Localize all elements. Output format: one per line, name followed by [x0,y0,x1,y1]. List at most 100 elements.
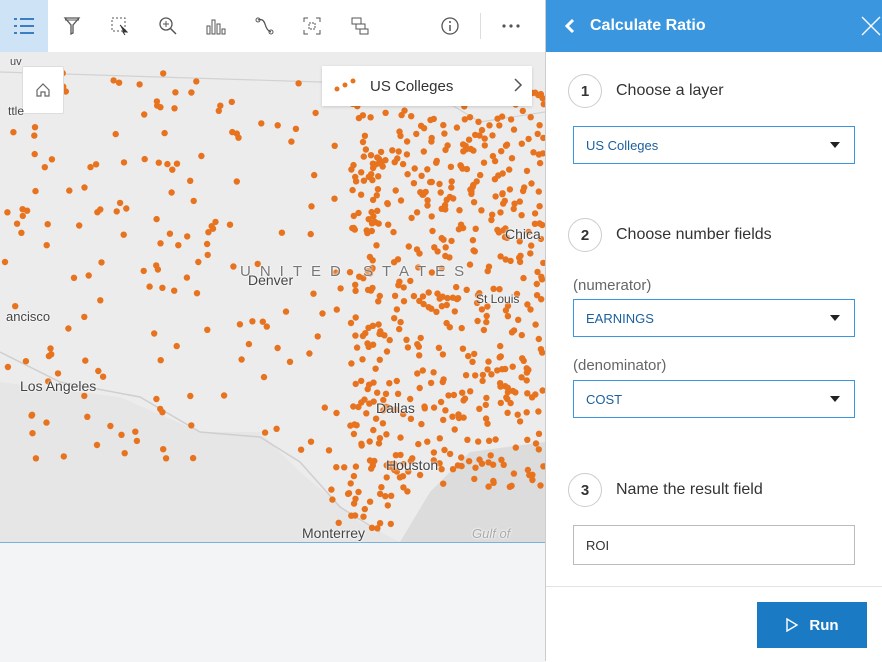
college-point [10,129,17,136]
filter-button[interactable] [48,0,96,52]
college-point [229,128,236,136]
numerator-select[interactable]: EARNINGS [573,299,855,337]
close-icon[interactable] [859,14,882,38]
college-point [48,351,55,358]
college-point [449,413,456,420]
college-point [312,109,319,117]
college-point [479,371,487,379]
college-point [136,81,143,88]
college-point [453,295,461,303]
college-point [424,166,431,173]
college-point [518,374,525,381]
college-point [490,477,497,485]
college-point [349,186,356,194]
college-point [19,212,26,220]
college-point [345,490,353,497]
map-view[interactable] [0,52,545,542]
college-point [510,327,518,334]
step-number: 3 [568,473,602,507]
college-point [160,446,167,453]
college-point [310,290,317,297]
home-button[interactable] [22,66,64,114]
college-point [504,409,511,416]
back-chevron-icon[interactable] [564,18,576,34]
denominator-select[interactable]: COST [573,380,855,418]
college-point [384,200,391,207]
college-point [494,226,501,234]
map-label-seattle: ttle [8,104,25,118]
college-point [475,118,482,126]
college-point [442,244,449,251]
select-button[interactable] [96,0,144,52]
college-point [154,102,161,109]
college-point [525,135,532,143]
chart-button[interactable] [192,0,240,52]
college-point [366,498,374,505]
college-point [95,367,102,375]
college-point [510,470,518,477]
college-point [440,376,447,383]
layer-card[interactable]: US Colleges [322,66,532,106]
link-icon [255,17,274,35]
college-point [507,257,514,265]
college-point [188,89,195,96]
college-point [437,189,444,196]
layers-button[interactable] [336,0,384,52]
chevron-right-icon [514,78,523,92]
college-point [456,207,463,214]
college-point [518,140,525,147]
layer-select-value: US Colleges [586,137,659,153]
college-point [369,341,377,348]
college-point [286,358,294,365]
college-point [430,369,437,376]
college-point [498,148,505,155]
college-point [173,160,181,167]
college-point [437,398,445,406]
college-point [379,420,387,427]
college-point [475,438,482,445]
college-point [467,388,474,395]
college-point [153,262,160,269]
college-point [497,253,504,260]
college-point [121,450,128,457]
college-point [442,407,449,414]
college-point [157,405,164,413]
college-point [112,130,119,138]
college-point [527,306,534,313]
more-button[interactable] [487,0,535,52]
link-button[interactable] [240,0,288,52]
map-toolbar [0,0,545,53]
college-point [353,344,361,351]
map-basemap [0,69,545,542]
college-point [13,220,21,227]
college-point [537,346,545,353]
college-point [448,237,455,245]
college-point [365,216,372,223]
college-point [153,215,160,223]
layer-select[interactable]: US Colleges [573,126,855,164]
college-point [368,465,375,472]
result-field-input[interactable] [573,525,855,565]
college-point [533,292,541,299]
college-point [22,358,30,365]
college-point [492,193,499,200]
info-button[interactable] [426,0,474,52]
extent-button[interactable] [288,0,336,52]
college-point [28,412,35,419]
run-button[interactable]: Run [757,602,867,648]
map-label-dallas: Dallas [376,400,415,416]
college-point [331,142,338,149]
zoom-button[interactable] [144,0,192,52]
college-point [524,466,532,474]
college-point [434,248,441,255]
college-point [436,435,443,442]
college-point [418,420,425,428]
college-point [394,256,402,263]
college-point [375,440,383,447]
college-point [443,319,450,327]
college-point [204,326,211,333]
list-button[interactable] [0,0,48,52]
college-point [397,197,405,204]
college-point [388,492,395,499]
college-point [372,415,380,422]
